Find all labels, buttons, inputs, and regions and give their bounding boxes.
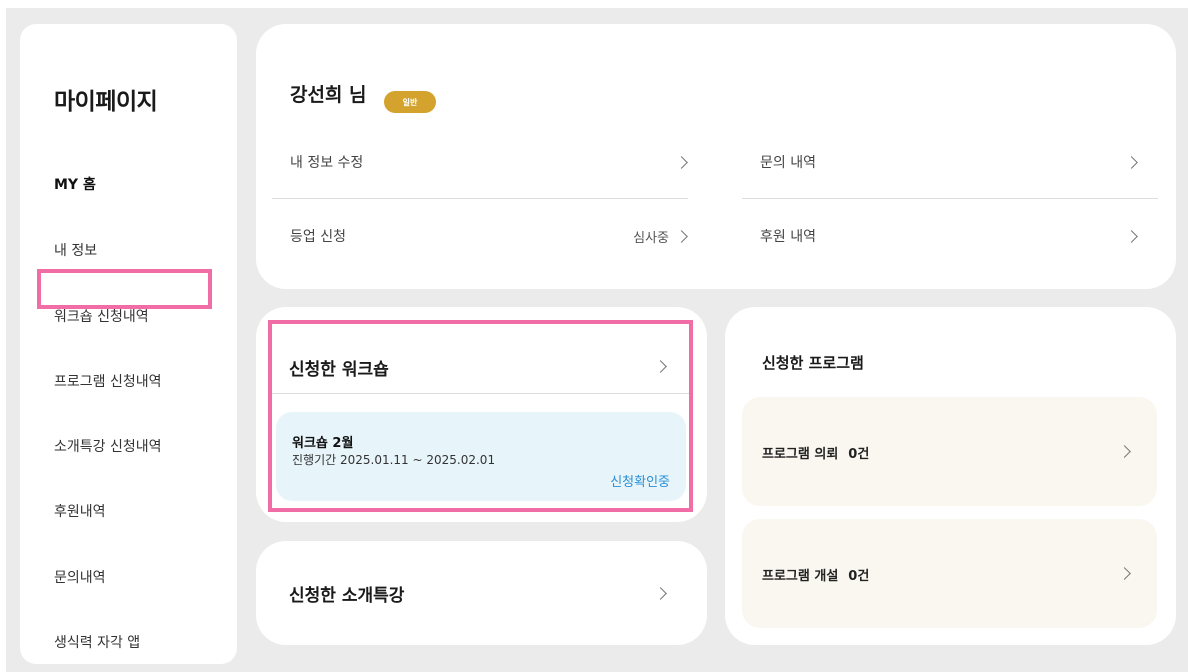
- lecture-card-title: 신청한 소개특강: [289, 586, 405, 606]
- user-name: 강선희 님: [290, 84, 367, 106]
- sidebar-item-workshop-history[interactable]: 워크숍 신청내역: [54, 306, 149, 326]
- program-open-text: 프로그램 개설: [762, 569, 839, 584]
- sidebar-highlight-box: [37, 269, 212, 309]
- program-card: 신청한 프로그램 프로그램 의뢰 0건 프로그램 개설 0건: [725, 307, 1176, 645]
- sidebar-item-donation-history[interactable]: 후원내역: [54, 501, 106, 521]
- edit-info-link[interactable]: 내 정보 수정: [290, 146, 690, 178]
- chevron-right-icon: [675, 155, 688, 169]
- program-request-row[interactable]: 프로그램 의뢰 0건: [742, 397, 1157, 506]
- sidebar-item-lecture-history[interactable]: 소개특강 신청내역: [54, 436, 162, 456]
- row-divider: [272, 198, 688, 199]
- lecture-card[interactable]: 신청한 소개특강: [256, 541, 707, 645]
- edit-info-label: 내 정보 수정: [290, 155, 364, 171]
- sidebar-item-inquiry-history[interactable]: 문의내역: [54, 567, 106, 587]
- program-open-count: 0건: [848, 569, 870, 584]
- program-open-label: 프로그램 개설 0건: [762, 565, 869, 584]
- sidebar-item-my-info[interactable]: 내 정보: [54, 240, 97, 260]
- workshop-highlight-box: [268, 320, 693, 512]
- program-open-row[interactable]: 프로그램 개설 0건: [742, 519, 1157, 628]
- sidebar-item-program-history[interactable]: 프로그램 신청내역: [54, 371, 162, 391]
- upgrade-request-label: 등업 신청: [290, 229, 346, 245]
- donation-history-label: 후원 내역: [760, 229, 816, 245]
- upgrade-status-text: 심사중: [633, 230, 669, 246]
- inquiry-history-label: 문의 내역: [760, 155, 816, 171]
- inquiry-history-link[interactable]: 문의 내역: [760, 146, 1140, 178]
- membership-badge: 일반: [384, 91, 436, 113]
- program-card-title: 신청한 프로그램: [762, 354, 864, 372]
- sidebar-item-fertility-app[interactable]: 생식력 자각 앱: [54, 632, 140, 652]
- chevron-right-icon: [1118, 445, 1131, 458]
- sidebar-item-my-home[interactable]: MY 홈: [54, 174, 96, 194]
- profile-card: 강선희 님 일반 내 정보 수정 등업 신청 심사중 문의 내역 후원 내역: [256, 24, 1176, 289]
- chevron-right-icon: [1118, 567, 1131, 580]
- chevron-right-icon: [1125, 229, 1138, 243]
- program-request-text: 프로그램 의뢰: [762, 447, 839, 462]
- chevron-right-icon: [1125, 155, 1138, 169]
- row-divider: [742, 198, 1158, 199]
- sidebar: 마이페이지 MY 홈 내 정보 워크숍 신청내역 프로그램 신청내역 소개특강 …: [20, 24, 237, 664]
- chevron-right-icon: [654, 587, 667, 600]
- sidebar-title: 마이페이지: [54, 89, 158, 115]
- donation-history-link[interactable]: 후원 내역: [760, 220, 1140, 252]
- chevron-right-icon: [675, 229, 688, 243]
- program-request-count: 0건: [848, 447, 870, 462]
- upgrade-request-link[interactable]: 등업 신청 심사중: [290, 220, 690, 252]
- program-request-label: 프로그램 의뢰 0건: [762, 443, 869, 462]
